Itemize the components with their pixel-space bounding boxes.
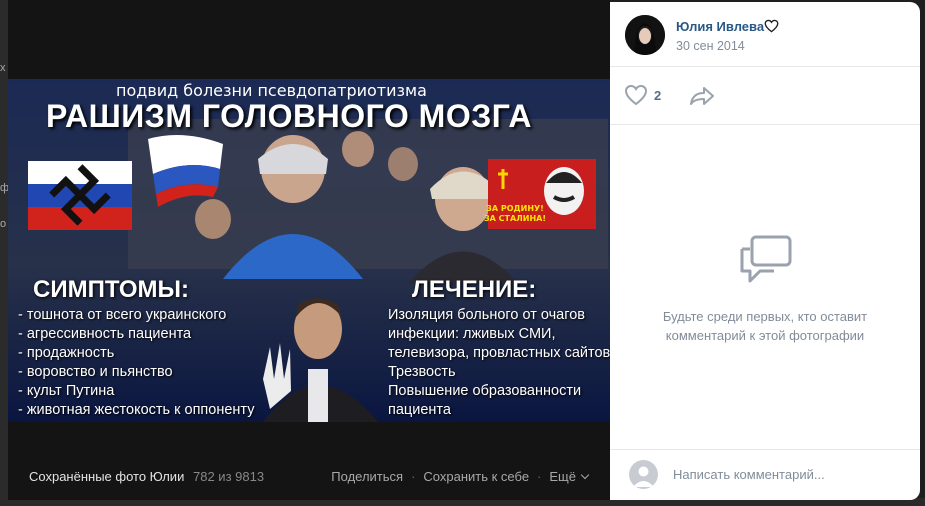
symptoms-title: СИМПТОМЫ: (33, 276, 190, 303)
list-item: Трезвость (388, 364, 456, 380)
list-item: телевизора, провластных сайтов (388, 345, 610, 361)
more-label: Ещё (549, 469, 576, 484)
avatar[interactable] (625, 15, 665, 55)
list-item: - культ Путина (18, 383, 115, 399)
list-item: инфекции: лживых СМИ, (388, 326, 556, 342)
like-button[interactable]: 2 (624, 84, 661, 106)
viewer-footer: Сохранённые фото Юлии 782 из 9813 Подели… (8, 460, 610, 492)
share-button[interactable] (689, 86, 715, 111)
treatment-title: ЛЕЧЕНИЕ: (412, 276, 537, 303)
divider (610, 124, 920, 125)
list-item: - продажность (18, 345, 115, 361)
poster-slogan-line: ЗА РОДИНУ! (486, 204, 544, 213)
list-item: - тошнота от всего украинского (18, 307, 227, 323)
treatment-list: Изоляция больного от очагов инфекции: лж… (388, 306, 610, 420)
album-link[interactable]: Сохранённые фото Юлии (29, 469, 184, 484)
symptoms-list: - тошнота от всего украинского - агресси… (18, 306, 254, 420)
edge-letter: х (0, 62, 6, 74)
divider (610, 66, 920, 67)
list-item: - воровство и пьянство (18, 364, 173, 380)
list-item: Повышение образованности (388, 383, 582, 399)
more-button[interactable]: Ещё (549, 469, 590, 484)
like-count: 2 (654, 87, 662, 103)
share-icon (690, 87, 714, 105)
comments-icon (738, 235, 794, 290)
poster-slogan: ЗА РОДИНУ! ЗА СТАЛИНА! (480, 204, 550, 224)
list-item: - животная жестокость к оппоненту (18, 402, 255, 418)
chevron-down-icon (580, 470, 590, 480)
heart-icon (624, 84, 648, 106)
photo-headline: РАШИЗМ ГОЛОВНОГО МОЗГА (46, 98, 532, 134)
author-name[interactable]: Юлия Ивлева (676, 19, 764, 34)
avatar (629, 460, 658, 489)
list-item: Изоляция больного от очагов (388, 307, 585, 323)
empty-comments-text: Будьте среди первых, кто оставит коммент… (662, 309, 868, 343)
comment-bar (610, 450, 920, 500)
post-date[interactable]: 30 сен 2014 (676, 39, 745, 53)
background-edge: х ф о (0, 0, 9, 506)
share-link[interactable]: Поделиться (331, 469, 403, 484)
photo-viewer: подвид болезни псевдопатриотизма РАШИЗМ … (8, 0, 610, 500)
comment-input[interactable] (673, 460, 903, 488)
save-link[interactable]: Сохранить к себе (423, 469, 529, 484)
separator: · (411, 469, 416, 484)
avatar-image (625, 15, 665, 55)
poster-slogan-line: ЗА СТАЛИНА! (483, 214, 547, 223)
side-panel: Юлия Ивлева 30 сен 2014 2 Будьте среди п… (610, 2, 920, 500)
user-icon (633, 466, 654, 487)
heart-icon (764, 19, 779, 38)
edge-letter: о (0, 218, 7, 230)
separator: · (537, 469, 542, 484)
footer-actions: Поделиться · Сохранить к себе · Ещё (331, 469, 590, 484)
list-item: - агрессивность пациента (18, 326, 192, 342)
photo[interactable]: подвид болезни псевдопатриотизма РАШИЗМ … (8, 79, 610, 422)
list-item: пациента (388, 402, 451, 418)
photo-counter: 782 из 9813 (193, 469, 265, 484)
